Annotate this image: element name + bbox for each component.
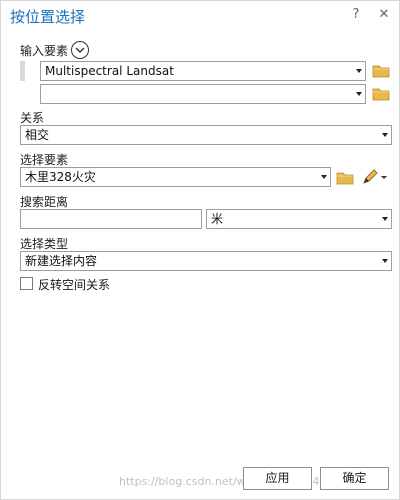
selection-type-value: 新建选择内容	[25, 254, 98, 268]
relationship-label: 关系	[20, 111, 45, 125]
input-features-dropdown-2[interactable]	[40, 84, 366, 104]
folder-icon[interactable]	[372, 87, 390, 101]
apply-button[interactable]: 应用	[243, 467, 312, 490]
dropdown-arrow-icon	[321, 175, 327, 179]
ok-button[interactable]: 确定	[320, 467, 389, 490]
row-drag-handle[interactable]	[20, 61, 25, 81]
invert-label: 反转空间关系	[38, 278, 111, 292]
search-distance-label: 搜索距离	[20, 195, 69, 209]
search-distance-input[interactable]	[20, 209, 202, 229]
dropdown-arrow-icon	[356, 92, 362, 96]
expand-chevron-icon[interactable]	[71, 41, 89, 59]
selection-type-dropdown[interactable]: 新建选择内容	[20, 251, 392, 271]
pencil-icon[interactable]	[361, 169, 389, 185]
help-button[interactable]: ?	[347, 6, 365, 24]
selecting-features-label: 选择要素	[20, 153, 69, 167]
input-features-dropdown-1[interactable]: Multispectral Landsat	[40, 61, 366, 81]
input-features-label: 输入要素	[20, 44, 69, 58]
relationship-value: 相交	[25, 128, 50, 142]
input-features-value-1: Multispectral Landsat	[45, 64, 174, 78]
distance-unit-dropdown[interactable]: 米	[206, 209, 392, 229]
relationship-dropdown[interactable]: 相交	[20, 125, 392, 145]
dialog-title: 按位置选择	[10, 8, 86, 26]
dropdown-arrow-icon	[382, 217, 388, 221]
dropdown-arrow-icon	[356, 69, 362, 73]
close-button[interactable]: ✕	[375, 6, 393, 24]
dialog-frame: 按位置选择 ? ✕ 输入要素 Multispectral Landsat 关系 …	[0, 0, 400, 500]
dropdown-arrow-icon	[382, 259, 388, 263]
dropdown-arrow-icon	[382, 133, 388, 137]
folder-icon[interactable]	[372, 64, 390, 78]
title-bar: 按位置选择 ? ✕	[1, 1, 400, 31]
selecting-features-dropdown[interactable]: 木里328火灾	[20, 167, 331, 187]
distance-unit-value: 米	[211, 212, 224, 226]
selecting-features-value: 木里328火灾	[25, 170, 96, 184]
invert-checkbox[interactable]	[20, 277, 33, 290]
selection-type-label: 选择类型	[20, 237, 69, 251]
folder-icon[interactable]	[336, 171, 354, 185]
